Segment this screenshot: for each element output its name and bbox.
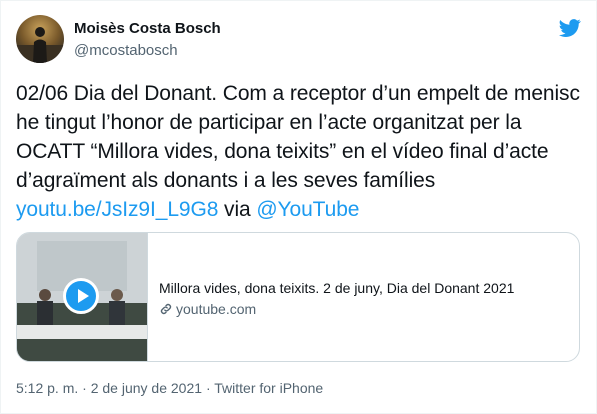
link-preview-card[interactable]: Millora vides, dona teixits. 2 de juny, … bbox=[16, 232, 580, 362]
card-title[interactable]: Millora vides, dona teixits. 2 de juny, … bbox=[159, 279, 567, 297]
tweet-meta: 5:12 p. m. · 2 de juny de 2021 · Twitter… bbox=[16, 379, 323, 397]
card-domain-text: youtube.com bbox=[176, 301, 257, 317]
tweet-text-via: via bbox=[218, 198, 257, 221]
youtube-mention[interactable]: @YouTube bbox=[256, 198, 359, 221]
video-thumbnail[interactable] bbox=[17, 233, 148, 361]
play-icon bbox=[78, 289, 89, 303]
avatar[interactable] bbox=[16, 15, 64, 63]
tweet-source[interactable]: Twitter for iPhone bbox=[214, 380, 323, 396]
play-button[interactable] bbox=[63, 278, 99, 314]
tweet-date[interactable]: 2 de juny de 2021 bbox=[91, 380, 202, 396]
meta-separator-2: · bbox=[205, 380, 211, 396]
link-icon bbox=[160, 303, 172, 315]
card-info: Millora vides, dona teixits. 2 de juny, … bbox=[159, 279, 567, 318]
tweet-time[interactable]: 5:12 p. m. bbox=[16, 380, 78, 396]
user-name-block: Moisès Costa Bosch @mcostabosch bbox=[74, 19, 221, 60]
tweet[interactable]: Moisès Costa Bosch @mcostabosch 02/06 Di… bbox=[0, 0, 597, 414]
tweet-text-main: 02/06 Dia del Donant. Com a receptor d’u… bbox=[16, 82, 580, 192]
card-domain: youtube.com bbox=[159, 300, 567, 318]
user-handle[interactable]: @mcostabosch bbox=[74, 41, 221, 60]
youtube-short-link[interactable]: youtu.be/JsIz9I_L9G8 bbox=[16, 198, 218, 221]
meta-separator: · bbox=[82, 380, 87, 396]
tweet-header: Moisès Costa Bosch @mcostabosch bbox=[16, 13, 581, 63]
tweet-text: 02/06 Dia del Donant. Com a receptor d’u… bbox=[16, 79, 586, 224]
display-name[interactable]: Moisès Costa Bosch bbox=[74, 19, 221, 38]
twitter-bird-icon[interactable] bbox=[559, 17, 581, 39]
